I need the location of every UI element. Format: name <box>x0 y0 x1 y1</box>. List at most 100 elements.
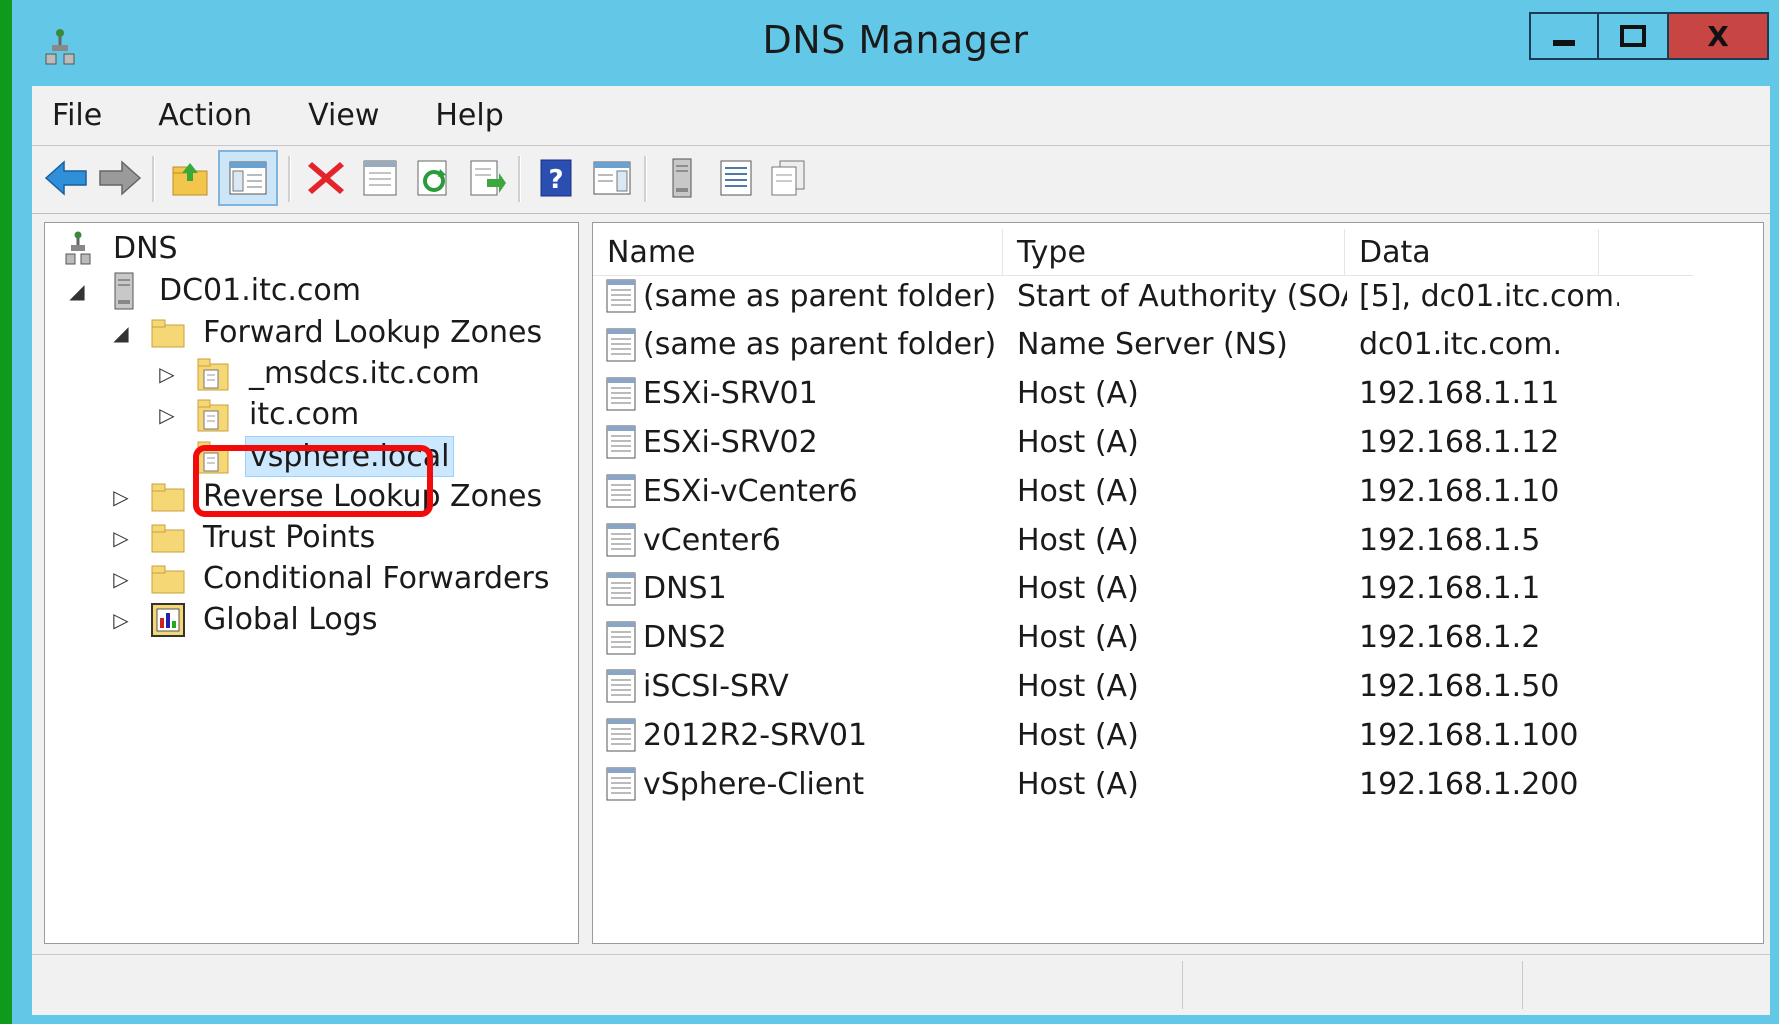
list-view-button[interactable] <box>712 154 760 202</box>
cell-data: 192.168.1.50 <box>1359 668 1560 704</box>
record-name: ESXi-SRV01 <box>643 376 818 412</box>
cell-name: 2012R2-SRV01 <box>605 714 1005 756</box>
list-row[interactable]: 2012R2-SRV01 Host (A) 192.168.1.100 <box>593 714 1753 756</box>
dns-record-icon <box>606 621 636 655</box>
list-row[interactable]: (same as parent folder) Name Server (NS) d… <box>593 324 1753 366</box>
record-name: DNS1 <box>643 571 727 607</box>
tree-node-trust-points[interactable]: ▷ Trust Points <box>111 518 379 557</box>
show-hide-action-pane-button[interactable] <box>588 154 636 202</box>
delete-button[interactable] <box>302 154 350 202</box>
collapsed-arrow-icon[interactable]: ▷ <box>157 403 177 427</box>
menu-view[interactable]: View <box>302 94 385 137</box>
menu-action[interactable]: Action <box>152 94 258 137</box>
export-list-button[interactable] <box>464 154 512 202</box>
event-log-icon <box>149 601 187 639</box>
tree-node-reverse-lookup-zones[interactable]: ▷ Reverse Lookup Zones <box>111 477 546 516</box>
cell-data: dc01.itc.com. <box>1359 327 1562 363</box>
collapsed-arrow-icon[interactable]: ▷ <box>111 567 131 591</box>
cell-data: 192.168.1.12 <box>1359 424 1560 460</box>
list-row[interactable]: vSphere-Client Host (A) 192.168.1.200 <box>593 763 1753 805</box>
list-header: Name Type Data <box>593 229 1693 276</box>
list-row[interactable]: ESXi-SRV02 Host (A) 192.168.1.12 <box>593 421 1753 463</box>
back-button[interactable] <box>42 154 90 202</box>
cell-type: Host (A) <box>1017 766 1139 802</box>
column-header-type[interactable]: Type <box>1003 229 1345 275</box>
dns-manager-window: DNS Manager X File Action View Help ? DN… <box>12 0 1779 1024</box>
back-arrow-icon <box>44 160 87 196</box>
collapsed-arrow-icon[interactable]: ▷ <box>111 485 131 509</box>
column-header-data[interactable]: Data <box>1345 229 1599 275</box>
forward-button[interactable] <box>96 154 144 202</box>
expanded-arrow-icon[interactable]: ◢ <box>67 279 87 303</box>
cell-type: Name Server (NS) <box>1017 327 1288 363</box>
dns-record-icon <box>606 669 636 703</box>
cell-name: (same as parent folder) <box>605 275 1005 317</box>
cell-type: Host (A) <box>1017 571 1139 607</box>
record-name: iSCSI-SRV <box>643 668 789 704</box>
menu-file[interactable]: File <box>46 94 108 137</box>
folder-icon <box>149 478 187 516</box>
cell-type: Start of Authority (SOA) <box>1017 278 1347 314</box>
window-controls: X <box>1529 12 1769 62</box>
refresh-button[interactable] <box>410 154 458 202</box>
tree-node-vsphere-zone[interactable]: vsphere.local <box>195 436 455 477</box>
minimize-button[interactable] <box>1529 12 1599 60</box>
tree-label-dns: DNS <box>113 231 178 266</box>
dns-record-icon <box>606 328 636 362</box>
server-button[interactable] <box>658 154 706 202</box>
forward-arrow-icon <box>99 160 142 196</box>
collapsed-arrow-icon[interactable]: ▷ <box>157 362 177 386</box>
cell-type: Host (A) <box>1017 717 1139 753</box>
help-button[interactable]: ? <box>532 154 580 202</box>
up-one-level-button[interactable] <box>166 154 214 202</box>
cell-name: ESXi-SRV02 <box>605 421 1005 463</box>
record-name: (same as parent folder) <box>643 327 997 363</box>
title-bar[interactable]: DNS Manager X <box>12 0 1779 86</box>
cell-data: 192.168.1.100 <box>1359 717 1579 753</box>
list-row[interactable]: DNS1 Host (A) 192.168.1.1 <box>593 568 1753 610</box>
show-hide-console-tree-icon <box>229 161 267 195</box>
close-button[interactable]: X <box>1669 12 1769 60</box>
tree-node-global-logs[interactable]: ▷ Global Logs <box>111 600 381 639</box>
content-area: DNS ◢ DC01.itc.com ◢ Forward Lookup Zone… <box>32 214 1770 954</box>
cell-name: vCenter6 <box>605 519 1005 561</box>
tree-node-msdcs-zone[interactable]: ▷ _msdcs.itc.com <box>157 354 484 393</box>
record-name: ESXi-SRV02 <box>643 424 818 460</box>
tree-node-server[interactable]: ◢ DC01.itc.com <box>67 271 365 310</box>
svg-text:?: ? <box>548 165 563 195</box>
list-row[interactable]: vCenter6 Host (A) 192.168.1.5 <box>593 519 1753 561</box>
column-header-name[interactable]: Name <box>593 229 1003 275</box>
cell-name: ESXi-vCenter6 <box>605 470 1005 512</box>
cell-name: DNS1 <box>605 568 1005 610</box>
cell-name: vSphere-Client <box>605 763 1005 805</box>
tree-node-itc-zone[interactable]: ▷ itc.com <box>157 395 363 434</box>
console-tree[interactable]: DNS ◢ DC01.itc.com ◢ Forward Lookup Zone… <box>44 222 579 944</box>
list-row[interactable]: (same as parent folder) Start of Authorit… <box>593 275 1753 317</box>
folder-icon <box>149 519 187 557</box>
tree-label-msdcs-zone: _msdcs.itc.com <box>249 356 480 391</box>
tree-node-conditional-forwarders[interactable]: ▷ Conditional Forwarders <box>111 559 553 598</box>
list-row[interactable]: ESXi-vCenter6 Host (A) 192.168.1.10 <box>593 470 1753 512</box>
list-row[interactable]: ESXi-SRV01 Host (A) 192.168.1.11 <box>593 373 1753 415</box>
tree-node-forward-lookup-zones[interactable]: ◢ Forward Lookup Zones <box>111 313 546 352</box>
tree-label-itc-zone: itc.com <box>249 397 360 432</box>
expanded-arrow-icon[interactable]: ◢ <box>111 321 131 345</box>
zone-icon <box>195 355 233 393</box>
records-list[interactable]: Name Type Data (same as parent folder) St… <box>592 222 1764 944</box>
tree-node-dns[interactable]: DNS <box>59 229 182 268</box>
menu-help[interactable]: Help <box>429 94 509 137</box>
list-row[interactable]: DNS2 Host (A) 192.168.1.2 <box>593 617 1753 659</box>
cell-name: DNS2 <box>605 617 1005 659</box>
status-bar <box>32 954 1770 1015</box>
tree-label-server: DC01.itc.com <box>159 273 361 308</box>
cell-data: 192.168.1.200 <box>1359 766 1579 802</box>
cell-type: Host (A) <box>1017 668 1139 704</box>
maximize-button[interactable] <box>1599 12 1669 60</box>
collapsed-arrow-icon[interactable]: ▷ <box>111 526 131 550</box>
collapsed-arrow-icon[interactable]: ▷ <box>111 608 131 632</box>
properties-button[interactable] <box>356 154 404 202</box>
list-row[interactable]: iSCSI-SRV Host (A) 192.168.1.50 <box>593 665 1753 707</box>
show-hide-console-tree-button[interactable] <box>218 150 278 206</box>
copy-record-button[interactable] <box>764 154 812 202</box>
dns-record-icon <box>606 718 636 752</box>
